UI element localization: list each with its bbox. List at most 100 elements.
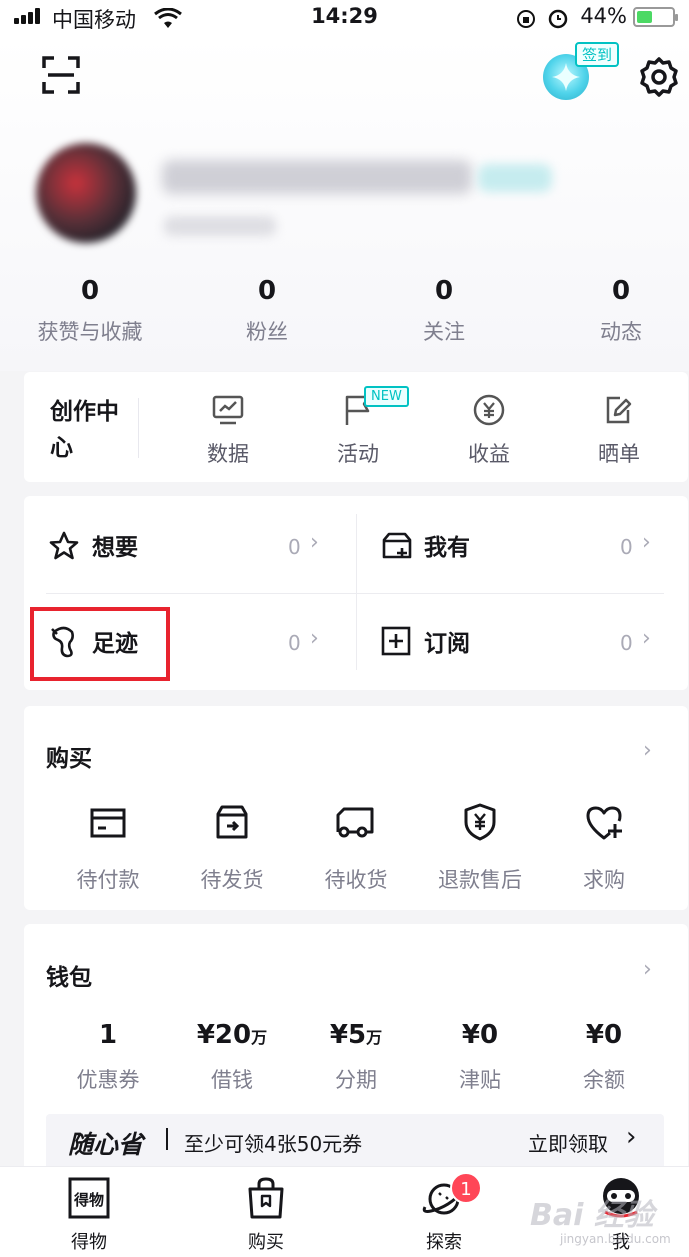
purchase-item-label: 待收货 (324, 868, 388, 892)
stat-value: 0 (611, 276, 631, 306)
explore-badge: 1 (450, 1172, 482, 1204)
creator-earnings-button[interactable]: 收益 (434, 392, 544, 468)
wallet-coupons[interactable]: 1 优惠券 (46, 1020, 170, 1094)
creator-item-label: 收益 (468, 442, 510, 466)
stat-following[interactable]: 0 关注 (364, 276, 524, 346)
wallet-balance[interactable]: ¥0 余额 (542, 1020, 666, 1094)
stat-label: 动态 (600, 320, 642, 344)
battery-percent: 44% (580, 4, 627, 28)
shield-yen-icon (464, 803, 496, 841)
wallet-loan[interactable]: ¥20万 借钱 (170, 1020, 294, 1094)
promo-brand: 随心省 (68, 1130, 144, 1159)
yen-coin-icon (473, 394, 505, 426)
watermark: Bai 经验 (530, 1198, 654, 1233)
subscribe-count: 0 (620, 631, 633, 655)
own-row[interactable]: 我有 0 › (358, 498, 688, 594)
pending-payment-button[interactable]: 待付款 (46, 800, 170, 894)
pending-receipt-button[interactable]: 待收货 (294, 800, 418, 894)
wallet-label: 优惠券 (76, 1068, 140, 1092)
creator-item-label: 数据 (207, 442, 249, 466)
wallet-value: ¥5万 (329, 1020, 383, 1050)
tab-explore[interactable]: 探索 (389, 1172, 499, 1254)
sign-in-label[interactable]: 签到 (575, 42, 620, 67)
want-row[interactable]: 想要 0 › (26, 498, 356, 594)
stat-label: 关注 (423, 320, 465, 344)
watermark-url: jingyan.baidu.com (560, 1232, 671, 1246)
purchase-item-label: 待发货 (200, 868, 264, 892)
footprint-count: 0 (288, 631, 301, 655)
purchase-title[interactable]: 购买 (46, 739, 92, 773)
tab-home[interactable]: 得物 得物 (34, 1172, 144, 1254)
chevron-right-icon: › (310, 626, 319, 651)
truck-icon (336, 807, 374, 838)
divider (166, 1128, 168, 1150)
divider (138, 398, 139, 458)
stat-value: 0 (434, 276, 454, 306)
chevron-right-icon: › (642, 626, 651, 651)
creator-data-button[interactable]: 数据 (173, 392, 283, 468)
tab-label: 购买 (248, 1232, 284, 1253)
chevron-right-icon: › (642, 530, 651, 555)
gear-icon[interactable] (638, 56, 680, 98)
star-icon (49, 531, 79, 560)
user-id-blurred (164, 216, 276, 236)
svg-text:得物: 得物 (73, 1191, 104, 1209)
chevron-right-icon[interactable]: › (643, 738, 652, 763)
new-badge: NEW (364, 386, 409, 407)
card-icon (90, 808, 126, 838)
scan-icon[interactable] (42, 56, 80, 94)
stat-value: 0 (257, 276, 277, 306)
chevron-right-icon[interactable]: › (643, 957, 652, 982)
rotation-lock-icon (517, 10, 535, 28)
shopping-bag-icon (248, 1177, 284, 1219)
tab-buy[interactable]: 购买 (211, 1172, 321, 1254)
chevron-right-icon: › (626, 1122, 637, 1152)
chart-icon (212, 395, 244, 425)
cart-add-icon (382, 532, 412, 559)
box-icon (216, 805, 248, 839)
wallet-installment[interactable]: ¥5万 分期 (294, 1020, 418, 1094)
wallet-value: ¥0 (461, 1020, 499, 1050)
avatar[interactable] (36, 143, 136, 243)
promo-banner[interactable]: 随心省 至少可领4张50元券 立即领取 › (46, 1114, 664, 1170)
level-badge-blurred (478, 164, 552, 192)
promo-action[interactable]: 立即领取 (528, 1128, 608, 1157)
want-label: 想要 (92, 535, 138, 561)
status-bar: 中国移动 14:29 44% (0, 0, 689, 36)
refund-service-button[interactable]: 退款售后 (418, 800, 542, 894)
heart-plus-icon (586, 806, 622, 840)
promo-text: 至少可领4张50元券 (184, 1132, 363, 1156)
wallet-label: 借钱 (211, 1068, 253, 1092)
subscribe-row[interactable]: 订阅 0 › (358, 594, 688, 690)
wallet-label: 分期 (335, 1068, 377, 1092)
creator-share-order-button[interactable]: 晒单 (564, 392, 674, 468)
wallet-label: 津贴 (459, 1068, 501, 1092)
tab-label: 探索 (426, 1232, 462, 1253)
stat-fans[interactable]: 0 粉丝 (187, 276, 347, 346)
tab-label: 得物 (71, 1232, 107, 1253)
wallet-allowance[interactable]: ¥0 津贴 (418, 1020, 542, 1094)
stat-posts[interactable]: 0 动态 (541, 276, 689, 346)
plus-square-icon (381, 626, 411, 656)
stat-label: 获赞与收藏 (37, 320, 143, 344)
wallet-label: 余额 (583, 1068, 625, 1092)
alarm-icon (548, 9, 568, 29)
purchase-item-label: 待付款 (76, 868, 140, 892)
stat-likes[interactable]: 0 获赞与收藏 (10, 276, 170, 346)
wallet-title[interactable]: 钱包 (46, 958, 92, 992)
wanted-button[interactable]: 求购 (542, 800, 666, 894)
chevron-right-icon: › (310, 530, 319, 555)
battery-icon (633, 7, 678, 27)
purchase-item-label: 退款售后 (438, 868, 522, 892)
highlight-box (30, 607, 170, 681)
pending-shipment-button[interactable]: 待发货 (170, 800, 294, 894)
creator-item-label: 晒单 (598, 442, 640, 466)
stat-label: 粉丝 (246, 320, 288, 344)
creator-center-title[interactable]: 创作中心 (50, 394, 120, 466)
stat-value: 0 (80, 276, 100, 306)
purchase-item-label: 求购 (583, 868, 625, 892)
dewu-logo-icon: 得物 (68, 1177, 110, 1219)
own-count: 0 (620, 535, 633, 559)
divider (356, 514, 357, 670)
username-blurred[interactable] (162, 160, 472, 194)
